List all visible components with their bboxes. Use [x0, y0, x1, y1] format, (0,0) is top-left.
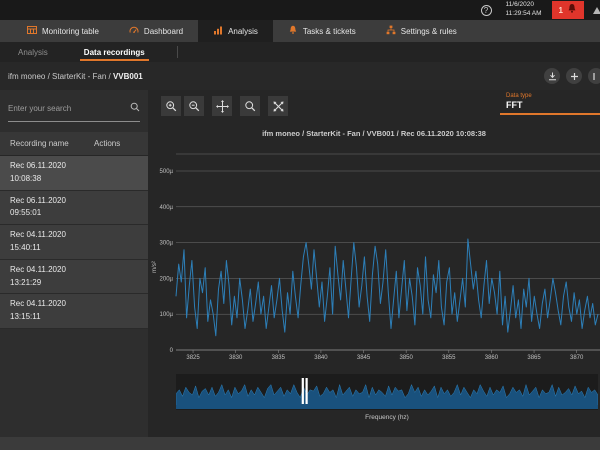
alert-bell-icon — [567, 1, 577, 19]
breadcrumb-device[interactable]: StarterKit - Fan — [52, 72, 106, 81]
breadcrumb-row: ifm moneo / StarterKit - Fan / VVB001 — [0, 62, 600, 90]
recording-date: Rec 04.11.2020 — [10, 264, 138, 277]
svg-text:3830: 3830 — [229, 355, 243, 361]
inspect-button[interactable] — [240, 96, 260, 116]
recording-time: 13:15:11 — [10, 311, 138, 324]
sub-tab-bar: Analysis Data recordings — [0, 42, 600, 62]
main-tab-bar: Monitoring table Dashboard Analysis Task… — [0, 20, 600, 42]
navigator-handle — [302, 378, 304, 404]
content-area: Recording name Actions Rec 06.11.2020 10… — [0, 90, 600, 437]
tab-label: Dashboard — [144, 27, 183, 36]
tab-tasks-tickets[interactable]: Tasks & tickets — [273, 20, 371, 42]
tab-label: Analysis — [228, 27, 258, 36]
footer-strip — [0, 437, 600, 450]
bell-icon — [288, 25, 298, 37]
svg-text:3855: 3855 — [442, 355, 456, 361]
tab-monitoring-table[interactable]: Monitoring table — [12, 20, 114, 42]
tab-label: Monitoring table — [42, 27, 99, 36]
recordings-list-header: Recording name Actions — [0, 132, 148, 156]
navigator-chart[interactable] — [176, 374, 598, 410]
recording-time: 09:55:01 — [10, 207, 138, 220]
zoom-out-button[interactable] — [184, 96, 204, 116]
tab-label: Settings & rules — [401, 27, 457, 36]
monitoring-table-icon — [27, 25, 37, 37]
sub-tab-label: Data recordings — [84, 48, 145, 57]
search-input[interactable] — [8, 104, 130, 113]
sub-tab-analysis[interactable]: Analysis — [14, 42, 52, 62]
recording-time: 15:40:11 — [10, 242, 138, 255]
chart-toolbar: Data type FFT — [148, 90, 600, 122]
tab-label: Tasks & tickets — [303, 27, 356, 36]
datetime-display: 11/6/2020 11:29:54 AM — [506, 1, 542, 19]
chart-region: ifm moneo / StarterKit - Fan / VVB001 / … — [148, 122, 600, 437]
help-icon[interactable]: ? — [481, 5, 492, 16]
svg-text:500µ: 500µ — [160, 169, 174, 175]
sitemap-icon — [386, 25, 396, 37]
more-button-partial[interactable] — [588, 68, 600, 84]
pan-button[interactable] — [212, 96, 232, 116]
recording-time: 10:08:38 — [10, 173, 138, 186]
sub-tab-data-recordings[interactable]: Data recordings — [80, 42, 149, 62]
breadcrumb-root[interactable]: ifm moneo — [8, 72, 45, 81]
svg-text:3860: 3860 — [485, 355, 499, 361]
notification-icon-partial[interactable] — [592, 4, 600, 22]
breadcrumb-separator: / — [106, 72, 113, 81]
breadcrumb-current: VVB001 — [113, 72, 143, 81]
dashboard-icon — [129, 25, 139, 37]
fft-spectrum-chart[interactable]: 0 100µ 200µ 300µ 400µ 500µ m/s² 3825 3830 3835 384… — [148, 140, 600, 362]
svg-text:3840: 3840 — [314, 355, 328, 361]
tab-settings-rules[interactable]: Settings & rules — [371, 20, 472, 42]
breadcrumb: ifm moneo / StarterKit - Fan / VVB001 — [8, 72, 143, 81]
svg-text:300µ: 300µ — [160, 241, 174, 247]
recordings-panel: Recording name Actions Rec 06.11.2020 10… — [0, 90, 148, 437]
recording-row[interactable]: Rec 04.11.2020 13:15:11 — [0, 294, 148, 329]
svg-text:200µ: 200µ — [160, 276, 174, 282]
navigator-handle — [306, 378, 308, 404]
column-recording-name: Recording name — [10, 139, 94, 148]
export-button[interactable] — [544, 68, 560, 84]
data-type-selector[interactable]: Data type FFT — [500, 93, 600, 115]
x-axis-title: Frequency (hz) — [176, 414, 598, 421]
time-text: 11:29:54 AM — [506, 10, 542, 19]
top-bar: ? 11/6/2020 11:29:54 AM 1 — [0, 0, 600, 20]
svg-text:400µ: 400µ — [160, 205, 174, 211]
recording-row[interactable]: Rec 04.11.2020 13:21:29 — [0, 260, 148, 295]
recording-row[interactable]: Rec 06.11.2020 10:08:38 — [0, 156, 148, 191]
zoom-in-button[interactable] — [161, 96, 181, 116]
svg-text:3845: 3845 — [357, 355, 371, 361]
svg-text:3870: 3870 — [570, 355, 584, 361]
date-text: 11/6/2020 — [506, 1, 542, 10]
recording-date: Rec 04.11.2020 — [10, 298, 138, 311]
alert-badge[interactable]: 1 — [552, 1, 584, 19]
reset-zoom-button[interactable] — [268, 96, 288, 116]
analysis-icon — [213, 25, 223, 37]
svg-text:3865: 3865 — [527, 355, 541, 361]
data-type-label: Data type — [506, 93, 600, 99]
svg-text:0: 0 — [170, 348, 174, 354]
recording-time: 13:21:29 — [10, 277, 138, 290]
svg-text:100µ: 100µ — [160, 312, 174, 318]
search-box — [8, 99, 140, 122]
svg-text:3850: 3850 — [400, 355, 414, 361]
sub-tab-divider — [177, 46, 178, 58]
recording-row[interactable]: Rec 06.11.2020 09:55:01 — [0, 191, 148, 226]
recording-date: Rec 06.11.2020 — [10, 160, 138, 173]
tab-dashboard[interactable]: Dashboard — [114, 20, 198, 42]
tab-analysis[interactable]: Analysis — [198, 20, 273, 42]
recording-date: Rec 04.11.2020 — [10, 229, 138, 242]
add-button[interactable] — [566, 68, 582, 84]
search-icon[interactable] — [130, 99, 140, 117]
alert-count: 1 — [559, 6, 563, 15]
chart-title: ifm moneo / StarterKit - Fan / VVB001 / … — [148, 129, 600, 138]
recording-row[interactable]: Rec 04.11.2020 15:40:11 — [0, 225, 148, 260]
column-actions: Actions — [94, 139, 138, 148]
sub-tab-label: Analysis — [18, 48, 48, 57]
svg-text:3835: 3835 — [272, 355, 286, 361]
data-type-value: FFT — [506, 100, 600, 110]
svg-text:3825: 3825 — [186, 355, 200, 361]
recording-date: Rec 06.11.2020 — [10, 195, 138, 208]
svg-text:m/s²: m/s² — [152, 261, 158, 273]
chart-area: Data type FFT ifm moneo / StarterKit - F… — [148, 90, 600, 437]
